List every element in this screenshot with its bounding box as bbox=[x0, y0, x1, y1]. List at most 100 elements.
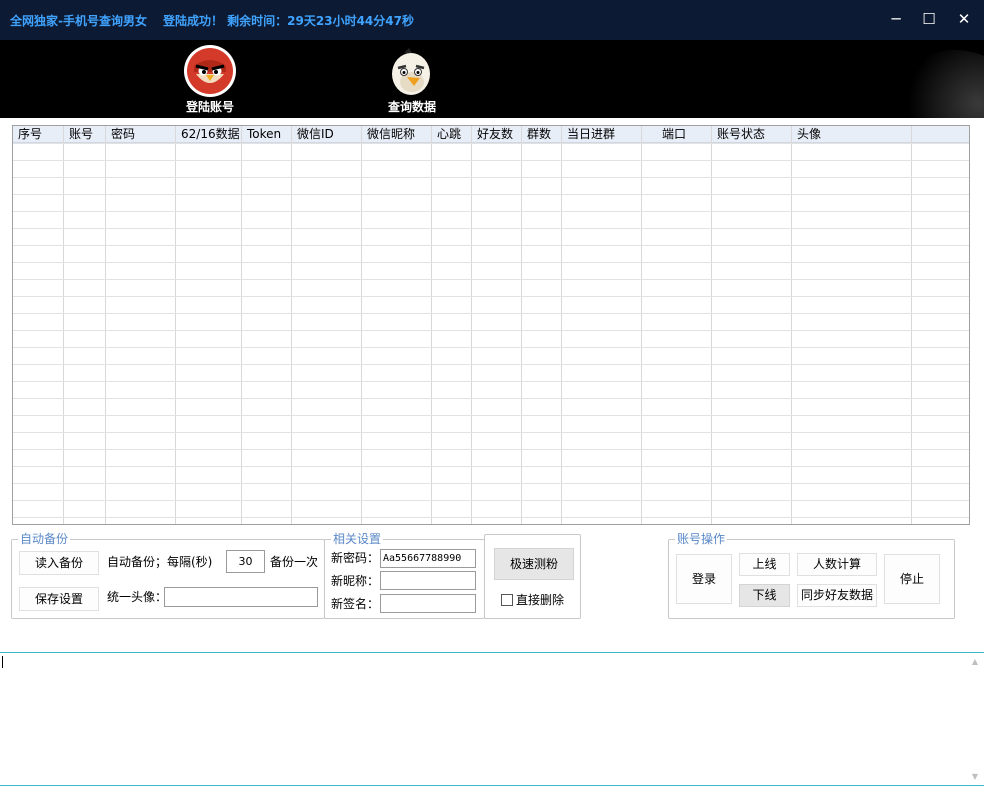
column-header[interactable]: 头像 bbox=[792, 126, 911, 142]
row-divider bbox=[13, 228, 969, 229]
column-divider bbox=[561, 126, 562, 524]
column-divider bbox=[711, 126, 712, 524]
column-divider bbox=[521, 126, 522, 524]
scroll-up-icon[interactable]: ▲ bbox=[972, 657, 978, 666]
login-button[interactable]: 登录 bbox=[676, 554, 732, 604]
new-password-input[interactable] bbox=[380, 549, 476, 568]
column-header[interactable]: 序号 bbox=[13, 126, 63, 142]
row-divider bbox=[13, 466, 969, 467]
nav-query-data[interactable]: 查询数据 bbox=[362, 44, 462, 114]
row-divider bbox=[13, 194, 969, 195]
avatar-label: 统一头像： bbox=[107, 590, 168, 604]
group-title: 自动备份 bbox=[18, 532, 71, 546]
direct-delete-label: 直接删除 bbox=[516, 593, 565, 607]
row-divider bbox=[13, 381, 969, 382]
column-header[interactable]: 端口 bbox=[642, 126, 711, 142]
interval-suffix-label: 备份一次 bbox=[270, 555, 319, 569]
column-divider bbox=[471, 126, 472, 524]
red-bird-icon bbox=[184, 45, 236, 97]
text-caret bbox=[2, 656, 3, 668]
stop-button[interactable]: 停止 bbox=[884, 554, 940, 604]
column-divider bbox=[105, 126, 106, 524]
decorative-sphere bbox=[894, 50, 984, 118]
minimize-icon[interactable]: ─ bbox=[884, 8, 908, 30]
column-header[interactable]: 密码 bbox=[106, 126, 175, 142]
row-divider bbox=[13, 279, 969, 280]
save-settings-button[interactable]: 保存设置 bbox=[19, 587, 99, 611]
accounts-table[interactable]: 序号 账号 密码 62/16数据 Token 微信ID 微信昵称 心跳 好友数 … bbox=[12, 125, 970, 525]
column-header[interactable]: 群数 bbox=[522, 126, 561, 142]
backup-interval-input[interactable] bbox=[226, 550, 265, 573]
row-divider bbox=[13, 364, 969, 365]
column-divider bbox=[431, 126, 432, 524]
online-button[interactable]: 上线 bbox=[739, 553, 790, 576]
column-header[interactable]: 当日进群 bbox=[562, 126, 641, 142]
column-divider bbox=[175, 126, 176, 524]
nav-label: 登陆账号 bbox=[185, 100, 234, 114]
sync-friends-button[interactable]: 同步好友数据 bbox=[797, 584, 877, 607]
column-header[interactable]: 微信ID bbox=[292, 126, 361, 142]
row-divider bbox=[13, 330, 969, 331]
row-divider bbox=[13, 517, 969, 518]
row-divider bbox=[13, 483, 969, 484]
load-backup-button[interactable]: 读入备份 bbox=[19, 551, 99, 575]
row-divider bbox=[13, 296, 969, 297]
account-operations-group: 账号操作 登录 上线 下线 人数计算 同步好友数据 停止 bbox=[668, 532, 955, 619]
row-divider bbox=[13, 143, 969, 144]
count-button[interactable]: 人数计算 bbox=[797, 553, 877, 576]
window-title: 全网独家-手机号查询男女 bbox=[10, 14, 147, 28]
group-title: 账号操作 bbox=[675, 532, 728, 546]
nav-label: 查询数据 bbox=[387, 100, 436, 114]
new-password-label: 新密码： bbox=[331, 551, 380, 565]
row-divider bbox=[13, 313, 969, 314]
login-status: 登陆成功！ 剩余时间：29天23小时44分47秒 bbox=[163, 14, 414, 28]
column-header[interactable]: 账号 bbox=[64, 126, 105, 142]
interval-label: 自动备份；每隔(秒) bbox=[107, 555, 213, 569]
row-divider bbox=[13, 449, 969, 450]
maximize-icon[interactable]: ☐ bbox=[917, 8, 941, 30]
direct-delete-checkbox[interactable] bbox=[501, 594, 513, 606]
column-divider bbox=[911, 126, 912, 524]
row-divider bbox=[13, 177, 969, 178]
column-divider bbox=[361, 126, 362, 524]
white-bird-icon bbox=[392, 48, 430, 95]
close-icon[interactable]: ✕ bbox=[952, 8, 976, 30]
fast-test-button[interactable]: 极速测粉 bbox=[494, 548, 574, 580]
avatar-input[interactable] bbox=[164, 587, 318, 607]
row-divider bbox=[13, 211, 969, 212]
row-divider bbox=[13, 262, 969, 263]
row-divider bbox=[13, 415, 969, 416]
group-title: 相关设置 bbox=[331, 532, 384, 546]
row-divider bbox=[13, 245, 969, 246]
table-header: 序号 账号 密码 62/16数据 Token 微信ID 微信昵称 心跳 好友数 … bbox=[13, 126, 969, 143]
new-nickname-label: 新昵称： bbox=[331, 574, 380, 588]
column-divider bbox=[791, 126, 792, 524]
column-header[interactable]: 62/16数据 bbox=[176, 126, 241, 142]
column-divider bbox=[63, 126, 64, 524]
row-divider bbox=[13, 398, 969, 399]
row-divider bbox=[13, 160, 969, 161]
new-nickname-input[interactable] bbox=[380, 571, 476, 590]
row-divider bbox=[13, 432, 969, 433]
new-signature-label: 新签名： bbox=[331, 597, 380, 611]
row-divider bbox=[13, 500, 969, 501]
column-divider bbox=[641, 126, 642, 524]
title-bar: 全网独家-手机号查询男女 登陆成功！ 剩余时间：29天23小时44分47秒 ─ … bbox=[0, 0, 984, 40]
row-divider bbox=[13, 347, 969, 348]
scroll-down-icon[interactable]: ▼ bbox=[972, 772, 978, 781]
column-divider bbox=[291, 126, 292, 524]
toolbar: 登陆账号 查询数据 bbox=[0, 40, 984, 118]
column-header[interactable]: 好友数 bbox=[472, 126, 521, 142]
new-signature-input[interactable] bbox=[380, 594, 476, 613]
column-header[interactable]: Token bbox=[242, 126, 291, 142]
column-header[interactable]: 心跳 bbox=[432, 126, 471, 142]
column-header[interactable]: 微信昵称 bbox=[362, 126, 431, 142]
offline-button[interactable]: 下线 bbox=[739, 584, 790, 607]
fast-test-panel: 极速测粉 直接删除 bbox=[484, 534, 581, 619]
nav-login-account[interactable]: 登陆账号 bbox=[160, 44, 260, 114]
column-header[interactable]: 账号状态 bbox=[712, 126, 791, 142]
related-settings-group: 相关设置 新密码： 新昵称： 新签名： bbox=[324, 532, 485, 619]
log-textarea[interactable]: ▲ ▼ bbox=[0, 652, 984, 786]
auto-backup-group: 自动备份 读入备份 自动备份；每隔(秒) 备份一次 保存设置 统一头像： bbox=[11, 532, 325, 619]
column-divider bbox=[241, 126, 242, 524]
